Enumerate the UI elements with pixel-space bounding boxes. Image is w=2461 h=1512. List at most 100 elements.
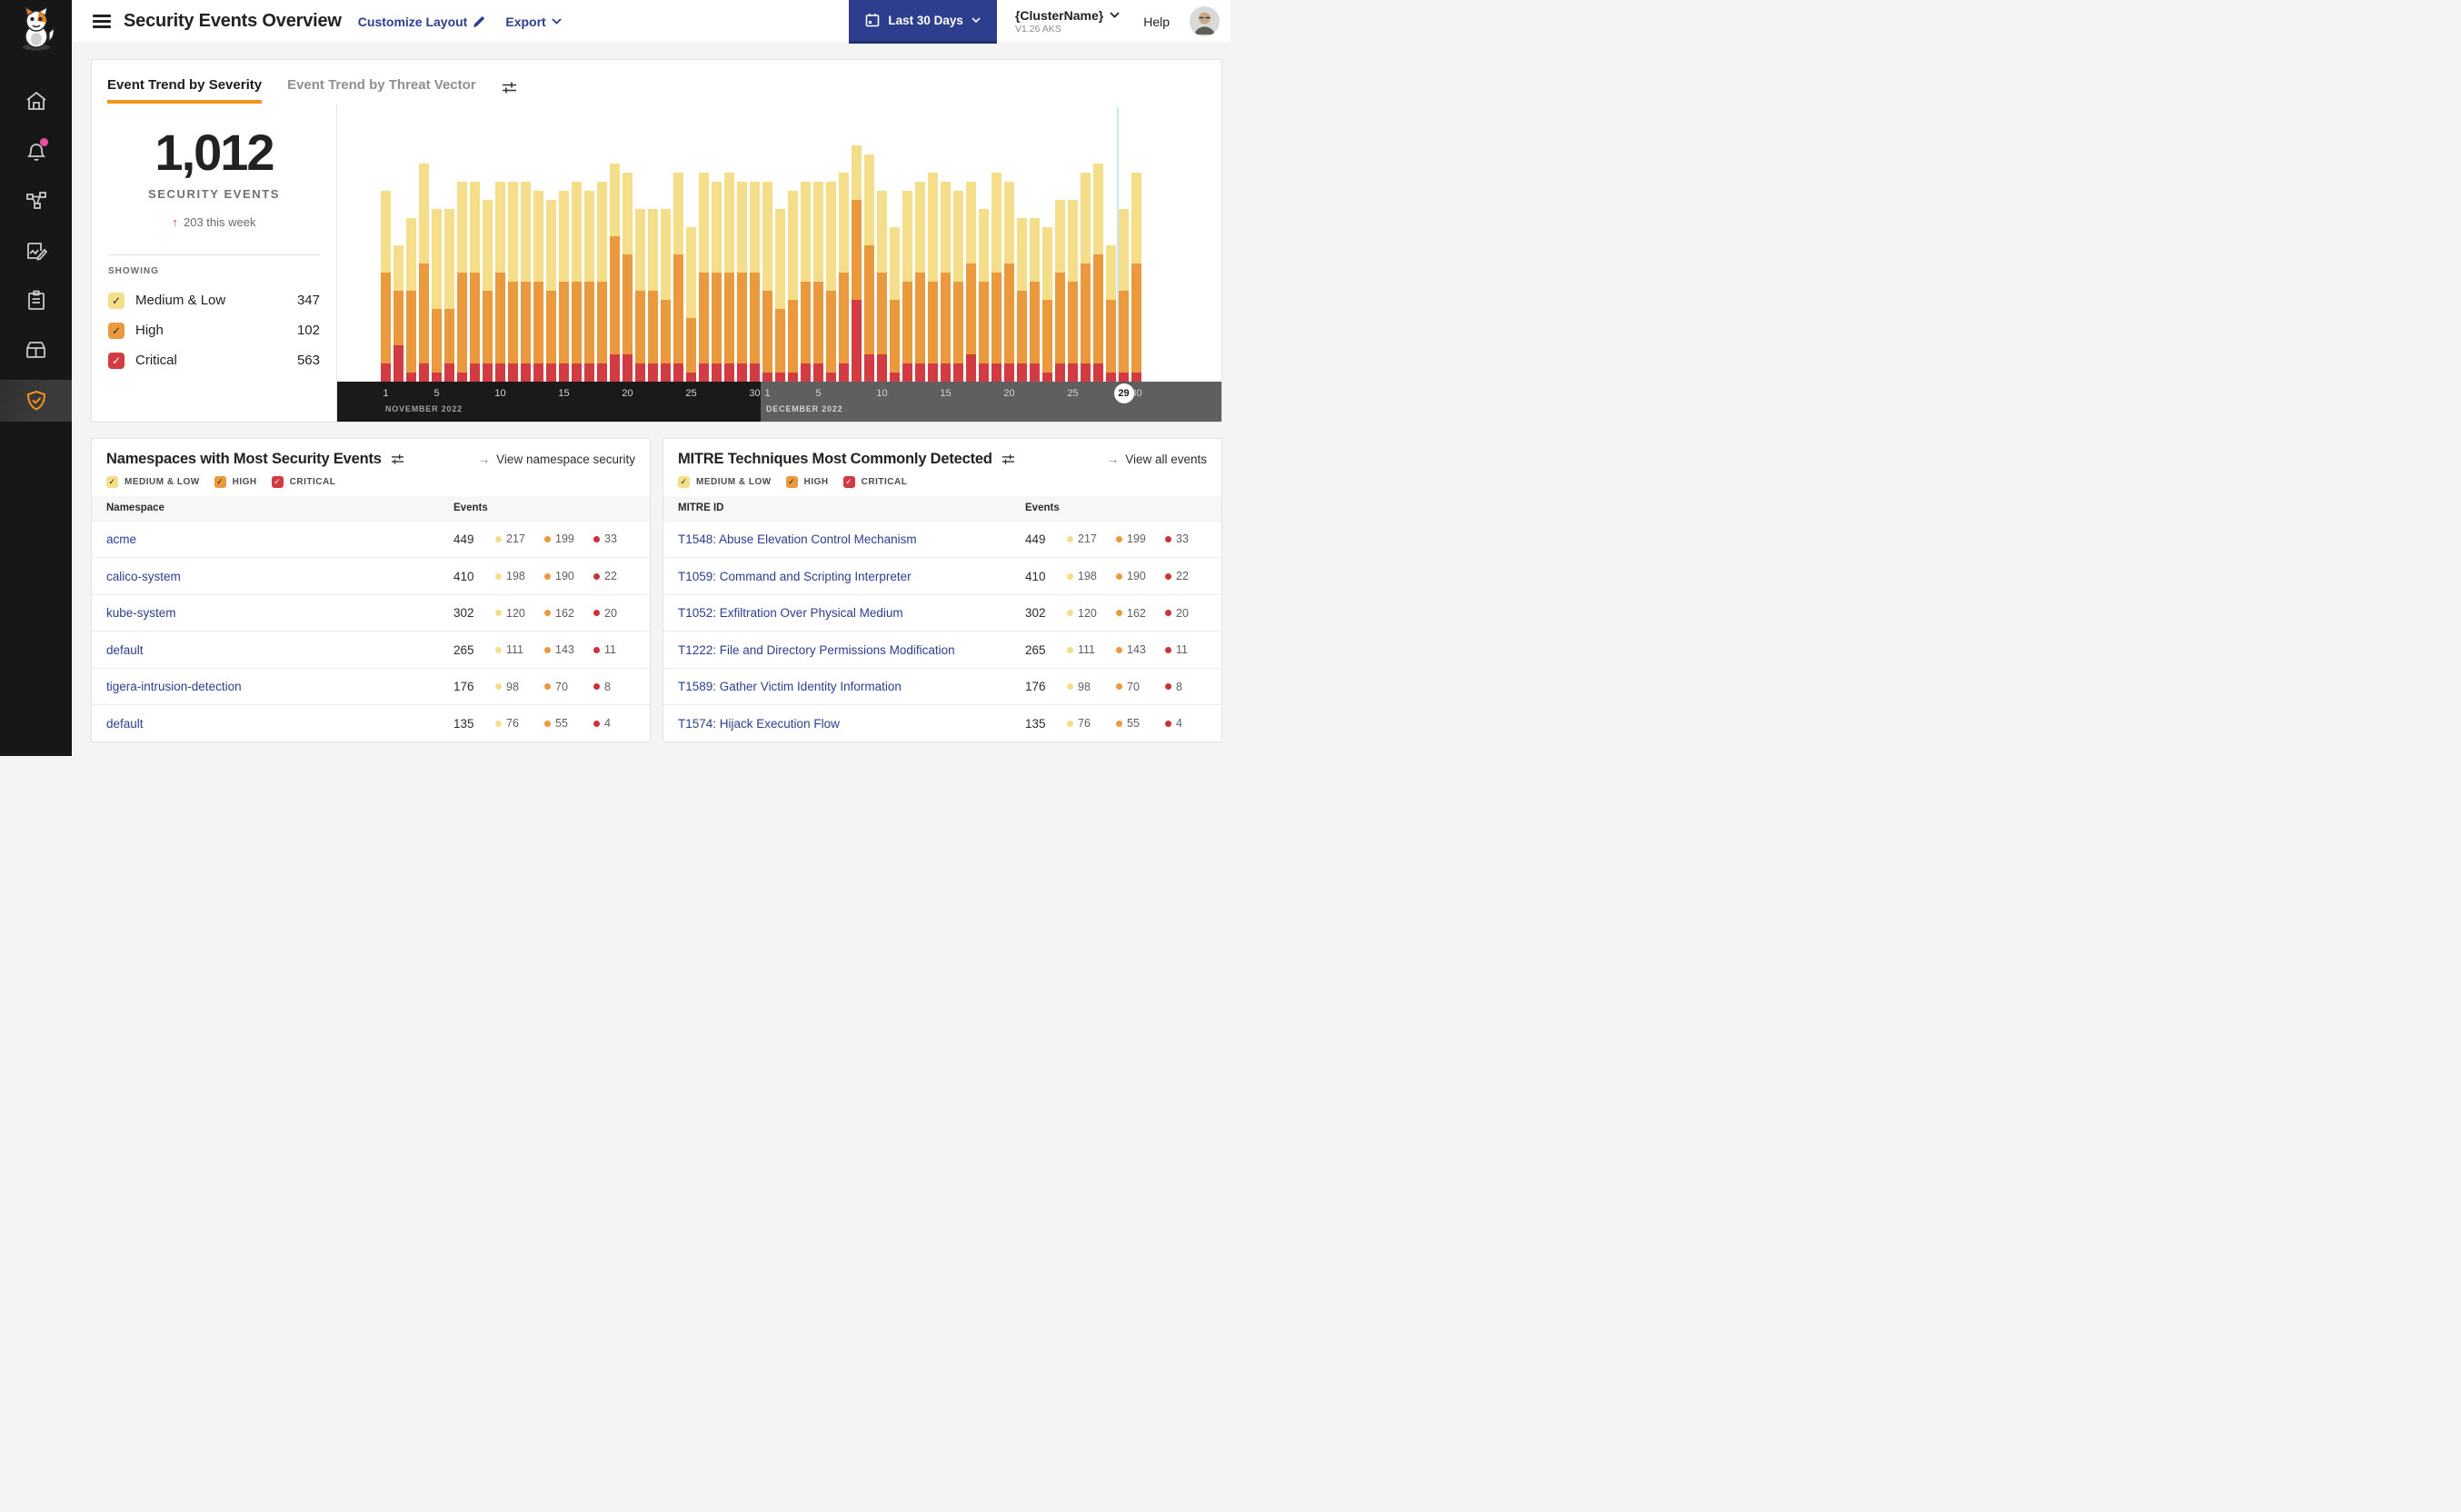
checkbox-critical[interactable]: ✓	[108, 352, 125, 369]
namespace-link[interactable]: default	[106, 643, 453, 657]
checkbox-medium-low[interactable]: ✓	[678, 476, 690, 488]
stacked-bar[interactable]	[457, 182, 467, 382]
stacked-bar[interactable]	[775, 209, 785, 382]
mitre-technique-link[interactable]: T1052: Exfiltration Over Physical Medium	[678, 606, 1025, 620]
view-all-events-link[interactable]: → View all events	[1107, 453, 1207, 466]
stacked-bar[interactable]	[1081, 173, 1091, 382]
view-namespace-security-link[interactable]: → View namespace security	[478, 453, 635, 466]
stacked-bar[interactable]	[546, 200, 556, 382]
mitre-technique-link[interactable]: T1548: Abuse Elevation Control Mechanism	[678, 532, 1025, 546]
stacked-bar[interactable]	[699, 173, 709, 382]
stacked-bar[interactable]	[533, 191, 543, 382]
stacked-bar[interactable]	[737, 182, 747, 382]
stacked-bar[interactable]	[597, 182, 607, 382]
stacked-bar[interactable]	[839, 173, 849, 382]
stacked-bar[interactable]	[1068, 200, 1078, 382]
selected-day-badge[interactable]: 29	[1113, 383, 1134, 403]
stacked-bar[interactable]	[1030, 218, 1040, 382]
checkbox-high[interactable]: ✓	[785, 476, 798, 488]
sidebar-item-alerts[interactable]	[0, 125, 72, 175]
stacked-bar[interactable]	[826, 182, 836, 382]
checkbox-high[interactable]: ✓	[214, 476, 226, 488]
stacked-bar[interactable]	[470, 182, 480, 382]
mitre-technique-link[interactable]: T1059: Command and Scripting Interpreter	[678, 570, 1025, 583]
user-avatar[interactable]	[1190, 6, 1220, 36]
sidebar-item-catalog[interactable]	[0, 325, 72, 375]
stacked-bar[interactable]	[712, 182, 722, 382]
sidebar-item-policies[interactable]	[0, 225, 72, 275]
sidebar-item-service-graph[interactable]	[0, 175, 72, 225]
stacked-bar[interactable]	[419, 164, 429, 382]
checkbox-critical[interactable]: ✓	[842, 476, 855, 488]
stacked-bar[interactable]	[406, 218, 416, 382]
stacked-bar[interactable]	[483, 200, 493, 382]
sidebar-item-compliance[interactable]	[0, 275, 72, 325]
tab-event-trend-by-threat-vector[interactable]: Event Trend by Threat Vector	[287, 77, 476, 104]
checkbox-medium-low[interactable]: ✓	[108, 292, 125, 309]
stacked-bar[interactable]	[648, 209, 658, 382]
stacked-bar[interactable]	[572, 182, 582, 382]
stacked-bar[interactable]	[584, 191, 594, 382]
stacked-bar[interactable]	[508, 182, 518, 382]
stacked-bar[interactable]	[623, 173, 633, 382]
stacked-bar[interactable]	[991, 173, 1001, 382]
stacked-bar[interactable]	[381, 191, 391, 382]
tab-event-trend-by-severity[interactable]: Event Trend by Severity	[107, 77, 263, 104]
stacked-bar[interactable]	[635, 209, 645, 382]
stacked-bar[interactable]	[813, 182, 823, 382]
stacked-bar[interactable]	[890, 227, 900, 382]
stacked-bar[interactable]	[495, 182, 505, 382]
stacked-bar[interactable]	[1093, 164, 1103, 382]
stacked-bar[interactable]	[1119, 209, 1129, 382]
mitre-technique-link[interactable]: T1589: Gather Victim Identity Informatio…	[678, 680, 1025, 693]
stacked-bar[interactable]	[1131, 173, 1141, 382]
stacked-bar[interactable]	[1106, 245, 1116, 382]
stacked-bar[interactable]	[902, 191, 912, 382]
stacked-bar[interactable]	[864, 154, 874, 382]
stacked-bar[interactable]	[394, 245, 404, 382]
filter-sliders-icon[interactable]	[1001, 453, 1015, 465]
date-range-button[interactable]: Last 30 Days	[849, 0, 997, 44]
stacked-bar[interactable]	[801, 182, 811, 382]
stacked-bar[interactable]	[852, 145, 862, 382]
mitre-technique-link[interactable]: T1222: File and Directory Permissions Mo…	[678, 643, 1025, 657]
stacked-bar[interactable]	[724, 173, 734, 382]
export-button[interactable]: Export	[505, 15, 562, 29]
stacked-bar[interactable]	[1042, 227, 1052, 382]
stacked-bar[interactable]	[686, 227, 696, 382]
stacked-bar[interactable]	[432, 209, 442, 382]
stacked-bar[interactable]	[673, 173, 683, 382]
checkbox-critical[interactable]: ✓	[271, 476, 284, 488]
namespace-link[interactable]: calico-system	[106, 570, 453, 583]
stacked-bar[interactable]	[750, 182, 760, 382]
stacked-bar[interactable]	[1055, 200, 1065, 382]
stacked-bar[interactable]	[941, 182, 951, 382]
stacked-bar[interactable]	[1004, 182, 1014, 382]
mitre-technique-link[interactable]: T1574: Hijack Execution Flow	[678, 717, 1025, 731]
stacked-bar[interactable]	[928, 173, 938, 382]
namespace-link[interactable]: acme	[106, 532, 453, 546]
menu-hamburger-icon[interactable]	[93, 15, 111, 28]
filter-sliders-icon[interactable]	[391, 453, 404, 465]
stacked-bar[interactable]	[762, 182, 772, 382]
stacked-bar[interactable]	[953, 191, 963, 382]
help-link[interactable]: Help	[1143, 15, 1170, 29]
checkbox-medium-low[interactable]: ✓	[106, 476, 118, 488]
namespace-link[interactable]: kube-system	[106, 606, 453, 620]
stacked-bar[interactable]	[1017, 218, 1027, 382]
namespace-link[interactable]: tigera-intrusion-detection	[106, 680, 453, 693]
cluster-selector[interactable]: {ClusterName} V1.26 AKS	[1015, 8, 1120, 35]
stacked-bar[interactable]	[877, 191, 887, 382]
stacked-bar[interactable]	[521, 182, 531, 382]
filter-sliders-icon[interactable]	[502, 81, 517, 94]
stacked-bar[interactable]	[661, 209, 671, 382]
stacked-bar[interactable]	[979, 209, 989, 382]
stacked-bar[interactable]	[444, 209, 454, 382]
stacked-bar[interactable]	[966, 182, 976, 382]
checkbox-high[interactable]: ✓	[108, 322, 125, 339]
stacked-bar[interactable]	[915, 182, 925, 382]
stacked-bar[interactable]	[788, 191, 798, 382]
sidebar-item-threat-defense[interactable]	[0, 380, 72, 422]
customize-layout-button[interactable]: Customize Layout	[358, 15, 486, 29]
stacked-bar[interactable]	[610, 164, 620, 382]
